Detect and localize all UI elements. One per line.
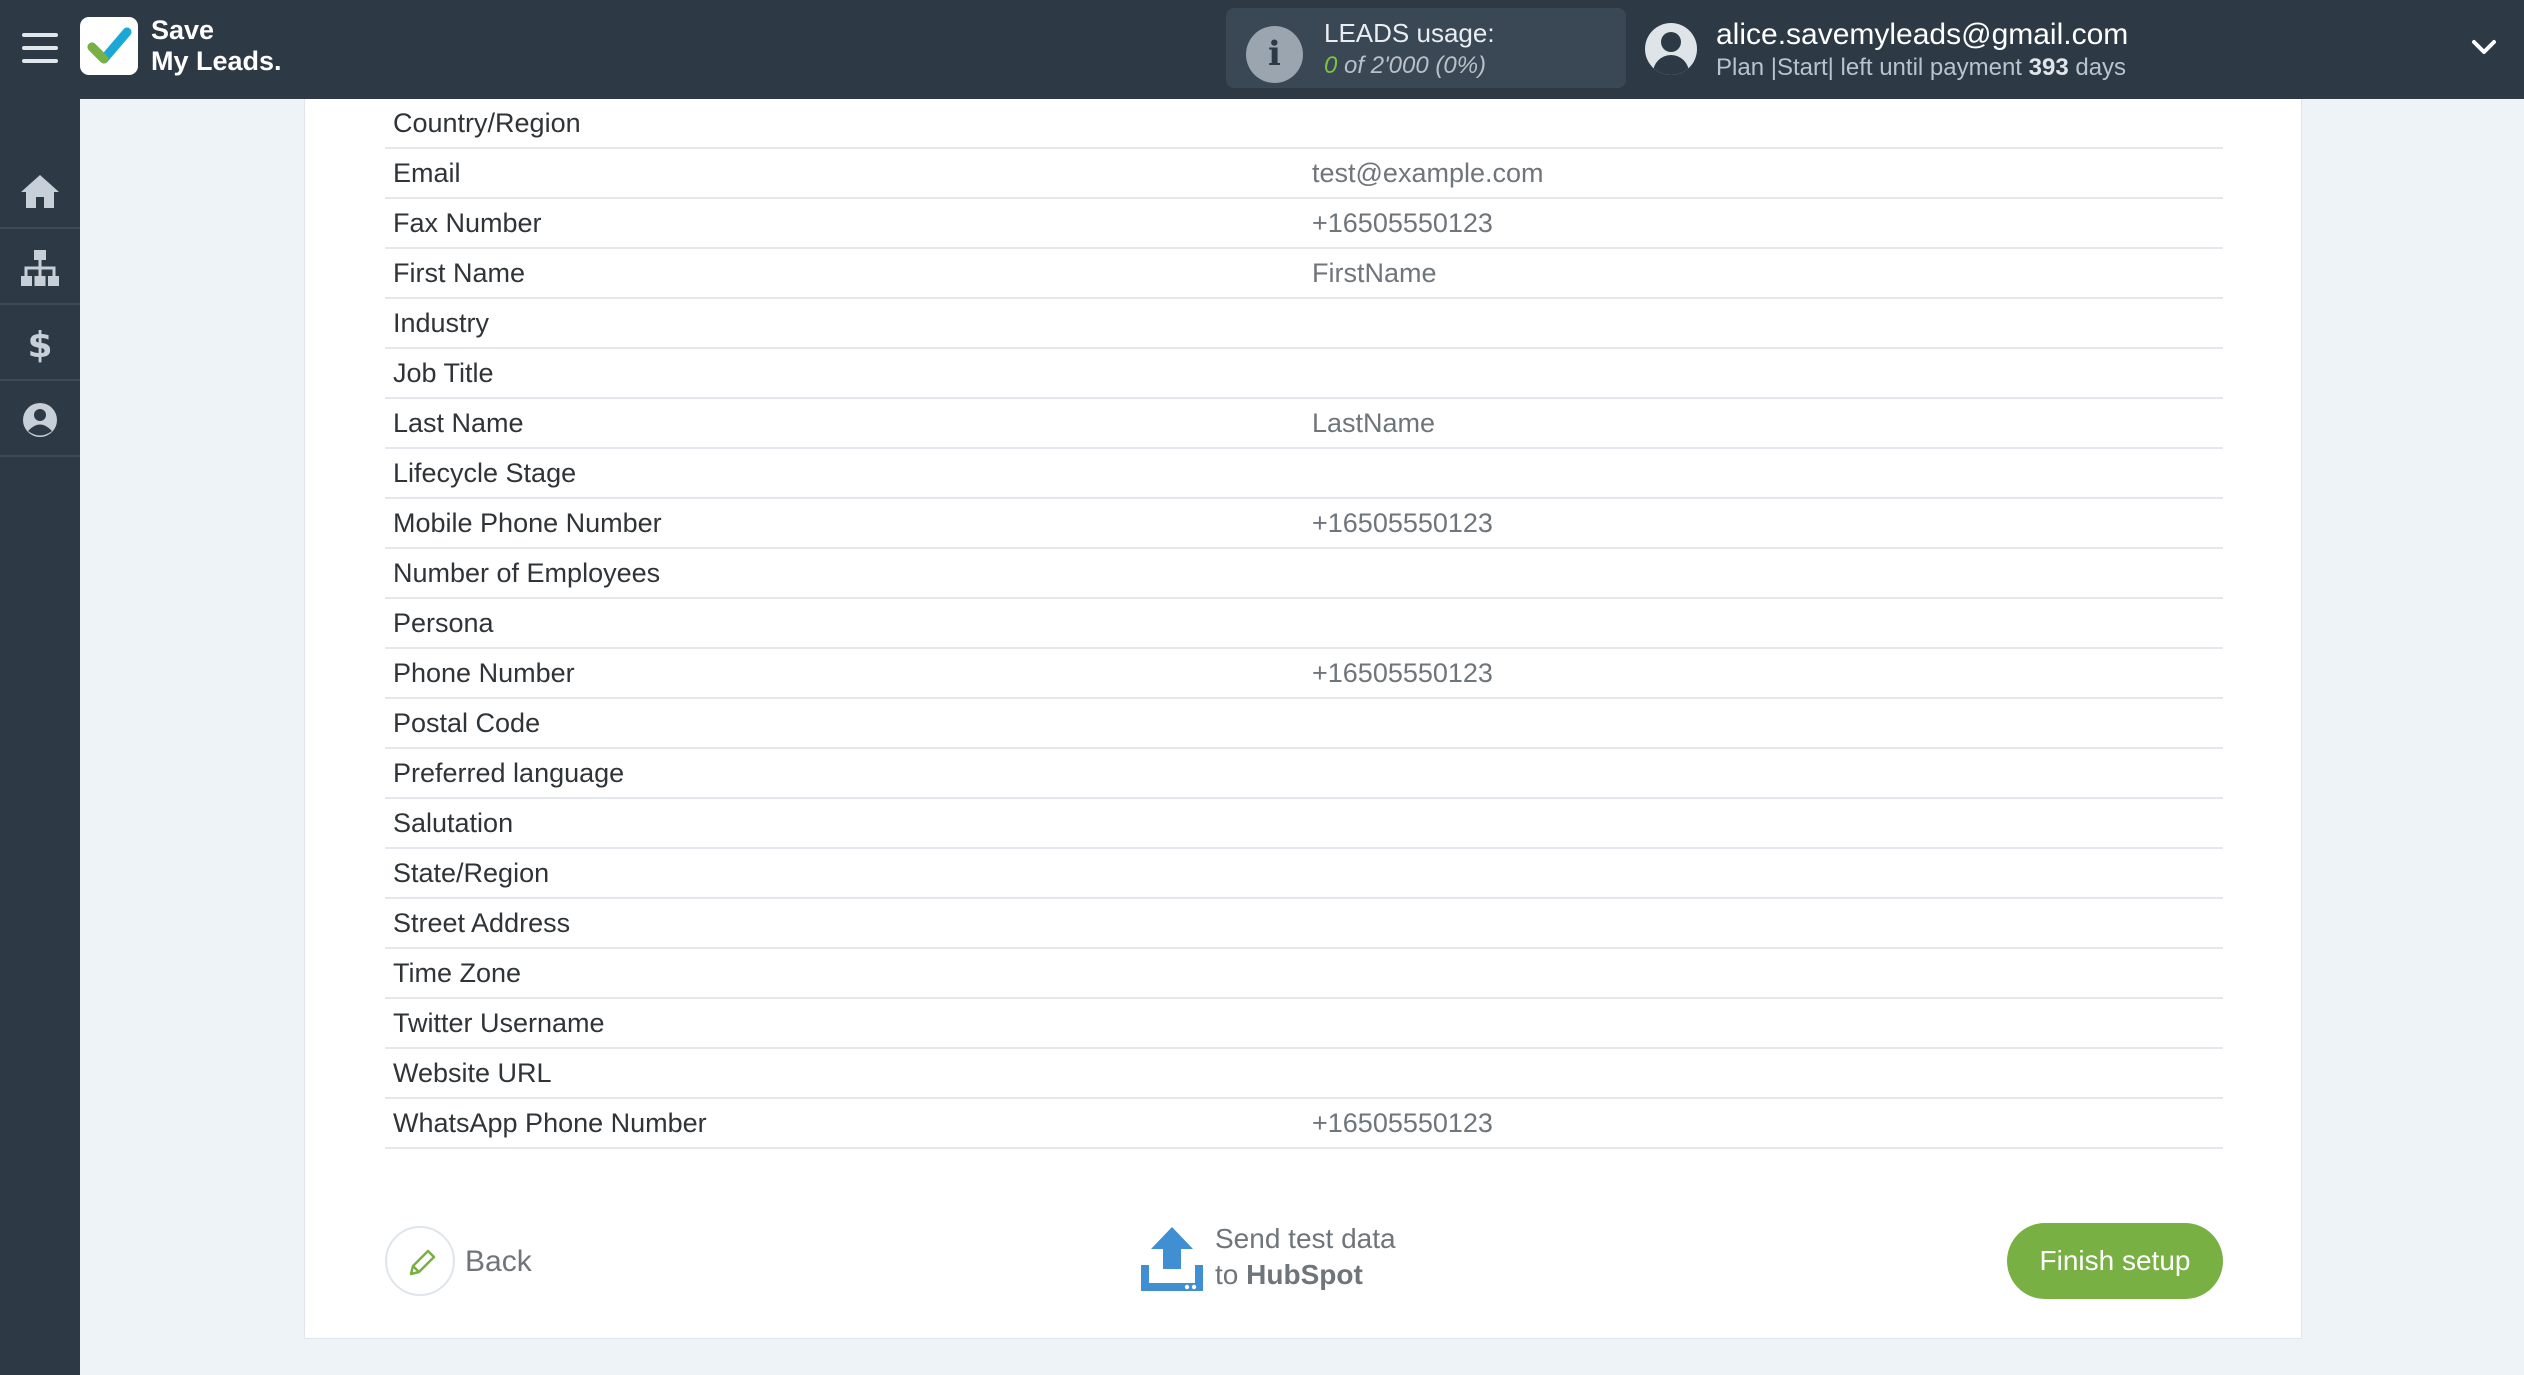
svg-text:$: $ — [27, 325, 52, 364]
sidebar-item-integrations[interactable] — [0, 229, 80, 305]
upload-icon — [1141, 1227, 1203, 1291]
field-row: Last Name LastName — [385, 399, 2223, 449]
sidebar: $ — [0, 99, 80, 1375]
field-row: First Name FirstName — [385, 249, 2223, 299]
back-button[interactable]: Back — [385, 1226, 585, 1298]
field-row: Twitter Username — [385, 999, 2223, 1049]
field-label: Time Zone — [393, 958, 522, 988]
field-label: First Name — [393, 258, 526, 288]
field-row: Persona — [385, 599, 2223, 649]
sidebar-item-billing[interactable]: $ — [0, 305, 80, 381]
field-row: Mobile Phone Number +16505550123 — [385, 499, 2223, 549]
field-row: Fax Number +16505550123 — [385, 199, 2223, 249]
field-row: Job Title — [385, 349, 2223, 399]
field-label: Twitter Username — [393, 1008, 605, 1038]
field-label: Email — [393, 158, 461, 188]
field-row: Phone Number +16505550123 — [385, 649, 2223, 699]
field-label: Lifecycle Stage — [393, 458, 577, 488]
send-test-data-button[interactable]: Send test data to HubSpot — [1139, 1223, 1439, 1303]
field-row: Postal Code — [385, 699, 2223, 749]
logo-line2: My Leads. — [151, 46, 282, 76]
field-label: Phone Number — [393, 658, 575, 688]
field-label: Country/Region — [393, 108, 581, 138]
field-label: Postal Code — [393, 708, 541, 738]
field-row: Number of Employees — [385, 549, 2223, 599]
avatar-icon[interactable] — [1645, 23, 1697, 75]
info-icon: i — [1246, 26, 1303, 83]
field-label: Job Title — [393, 358, 494, 388]
field-label: Preferred language — [393, 758, 625, 788]
logo-icon[interactable] — [80, 17, 138, 75]
sidebar-item-home[interactable] — [0, 153, 80, 229]
fields-table: Country/Region Email test@example.com Fax N… — [385, 99, 2223, 1149]
field-row: Salutation — [385, 799, 2223, 849]
field-label: Mobile Phone Number — [393, 508, 662, 538]
logo-line1: Save — [151, 15, 215, 45]
plan-days-suffix: days — [2075, 54, 2127, 81]
user-circle-icon — [23, 403, 57, 437]
logo-text[interactable]: Save My Leads. — [151, 15, 282, 77]
field-value: +16505550123 — [1312, 508, 1493, 538]
menu-icon[interactable] — [22, 33, 58, 63]
field-value: +16505550123 — [1312, 658, 1493, 688]
usage-used: 0 — [1324, 52, 1338, 79]
field-row: Preferred language — [385, 749, 2223, 799]
plan-prefix: Plan |Start| left until payment — [1716, 54, 2022, 81]
field-label: Street Address — [393, 908, 571, 938]
field-row: Country/Region — [385, 99, 2223, 149]
finish-setup-button[interactable]: Finish setup — [2007, 1223, 2223, 1299]
send-line1: Send test data — [1215, 1223, 1396, 1254]
field-value: LastName — [1312, 408, 1436, 438]
field-label: Website URL — [393, 1058, 552, 1088]
field-row: Lifecycle Stage — [385, 449, 2223, 499]
field-label: State/Region — [393, 858, 550, 888]
field-value: +16505550123 — [1312, 208, 1493, 238]
account-email[interactable]: alice.savemyleads@gmail.com — [1716, 18, 2128, 52]
field-label: WhatsApp Phone Number — [393, 1108, 707, 1138]
top-bar: Save My Leads. i LEADS usage: 0 of 2'000… — [0, 0, 2524, 99]
field-row: WhatsApp Phone Number +16505550123 — [385, 1099, 2223, 1149]
field-row: Time Zone — [385, 949, 2223, 999]
field-row: State/Region — [385, 849, 2223, 899]
send-to: to — [1215, 1259, 1239, 1290]
dollar-icon: $ — [27, 325, 52, 364]
send-target: HubSpot — [1246, 1259, 1363, 1290]
plan-days: 393 — [2028, 54, 2069, 81]
field-label: Persona — [393, 608, 494, 638]
field-value: +16505550123 — [1312, 1108, 1493, 1138]
home-icon — [21, 175, 59, 208]
usage-rest: of 2'000 (0%) — [1344, 52, 1487, 79]
field-label: Industry — [393, 308, 490, 338]
pencil-icon — [409, 1249, 436, 1276]
send-line2: to HubSpot — [1215, 1259, 1363, 1291]
field-label: Last Name — [393, 408, 524, 438]
field-row: Industry — [385, 299, 2223, 349]
field-row: Email test@example.com — [385, 149, 2223, 199]
field-preview-card: Country/Region Email test@example.com Fax N… — [304, 99, 2302, 1339]
field-label: Fax Number — [393, 208, 542, 238]
sidebar-item-profile[interactable] — [0, 381, 80, 457]
sitemap-icon — [21, 250, 59, 286]
chevron-down-icon[interactable] — [2470, 36, 2498, 58]
leads-usage-panel: i LEADS usage: 0 of 2'000 (0%) — [1226, 8, 1626, 88]
back-label: Back — [465, 1245, 532, 1278]
field-label: Number of Employees — [393, 558, 661, 588]
field-row: Street Address — [385, 899, 2223, 949]
field-row: Website URL — [385, 1049, 2223, 1099]
field-label: Salutation — [393, 808, 514, 838]
field-value: test@example.com — [1312, 158, 1544, 188]
field-value: FirstName — [1312, 258, 1437, 288]
usage-value: 0 of 2'000 (0%) — [1324, 52, 1486, 80]
usage-title: LEADS usage: — [1324, 18, 1495, 48]
account-plan: Plan |Start| left until payment 393 days — [1716, 54, 2126, 82]
